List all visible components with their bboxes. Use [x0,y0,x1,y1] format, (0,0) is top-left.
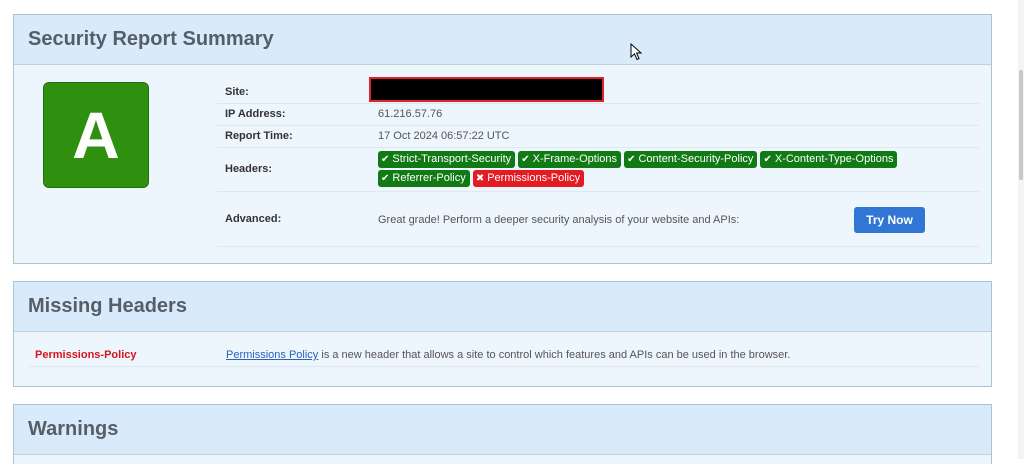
try-now-button[interactable]: Try Now [854,207,925,233]
advanced-row: Advanced: Great grade! Perform a deeper … [217,192,979,247]
missing-header-description-text: is a new header that allows a site to co… [318,349,791,361]
warnings-panel: Warnings [13,404,992,464]
header-badge-label: Content-Security-Policy [638,153,754,165]
warnings-title: Warnings [28,418,119,440]
cross-icon: ✖ [475,173,485,184]
warnings-header: Warnings [14,405,991,455]
report-time-label: Report Time: [225,130,293,142]
site-label: Site: [225,86,249,98]
report-time-value: 17 Oct 2024 06:57:22 UTC [378,130,510,142]
missing-headers-title: Missing Headers [28,295,187,317]
header-badge: ✔ Referrer-Policy [378,170,470,187]
missing-header-description: Permissions Policy is a new header that … [226,349,790,361]
header-badge-label: Referrer-Policy [392,172,466,184]
ip-value: 61.216.57.76 [378,108,443,120]
headers-label: Headers: [225,163,273,175]
missing-headers-panel: Missing Headers Permissions-Policy Permi… [13,281,992,387]
header-badge-label: X-Content-Type-Options [774,153,894,165]
page-scrollbar[interactable] [1018,0,1024,459]
ip-row: IP Address: 61.216.57.76 [217,104,979,126]
site-row: Site: [217,77,979,104]
header-badge: ✔ X-Frame-Options [518,151,621,168]
security-report-summary-panel: Security Report Summary A Site: IP Addre… [13,14,992,264]
check-icon: ✔ [381,173,390,184]
headers-row: Headers: ✔ Strict-Transport-Security ✔ X-F… [217,148,979,192]
missing-headers-header: Missing Headers [14,282,991,332]
mouse-cursor-icon [630,43,643,61]
summary-title: Security Report Summary [28,28,274,50]
advanced-label: Advanced: [225,213,282,225]
permissions-policy-link[interactable]: Permissions Policy [226,349,318,361]
check-icon: ✔ [381,154,390,165]
header-badge: ✔ Strict-Transport-Security [378,151,516,168]
header-badge: ✖ Permissions-Policy [472,170,585,187]
site-value-redacted [369,77,604,102]
missing-header-row: Permissions-Policy Permissions Policy is… [29,345,979,367]
advanced-text: Great grade! Perform a deeper security a… [378,214,740,226]
header-badge: ✔ X-Content-Type-Options [760,151,898,168]
ip-label: IP Address: [225,108,286,120]
check-icon: ✔ [763,154,772,165]
scrollbar-thumb[interactable] [1019,70,1023,180]
report-time-row: Report Time: 17 Oct 2024 06:57:22 UTC [217,126,979,148]
check-icon: ✔ [521,154,530,165]
header-badge-label: X-Frame-Options [532,153,617,165]
header-badges: ✔ Strict-Transport-Security ✔ X-Frame-Opti… [378,151,958,189]
check-icon: ✔ [627,154,636,165]
grade-badge: A [43,82,149,188]
missing-header-name: Permissions-Policy [35,349,137,361]
header-badge-label: Permissions-Policy [487,172,581,184]
header-badge-label: Strict-Transport-Security [392,153,512,165]
header-badge: ✔ Content-Security-Policy [624,151,758,168]
summary-header: Security Report Summary [14,15,991,65]
